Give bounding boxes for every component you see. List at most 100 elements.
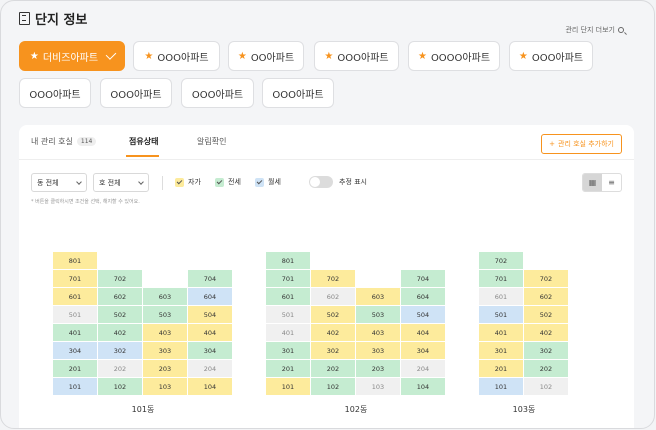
- unit-cell[interactable]: 101: [53, 378, 97, 395]
- complex-chip[interactable]: OOO아파트: [181, 78, 254, 108]
- unit-cell[interactable]: 704: [401, 270, 445, 287]
- unit-cell[interactable]: 701: [479, 270, 523, 287]
- unit-cell[interactable]: 602: [98, 288, 142, 305]
- tab-occupancy[interactable]: 점유상태: [129, 136, 158, 147]
- unit-cell[interactable]: 701: [266, 270, 310, 287]
- complex-chip-label: OOO아파트: [531, 52, 584, 64]
- unit-cell[interactable]: 303: [356, 342, 400, 359]
- unit-cell[interactable]: 401: [53, 324, 97, 341]
- unit-cell[interactable]: 702: [524, 270, 568, 287]
- tab-my-units[interactable]: 내 관리 호실 114: [31, 136, 97, 147]
- complex-chip[interactable]: OOO아파트: [19, 78, 91, 108]
- unit-cell[interactable]: 103: [143, 378, 187, 395]
- unit-cell[interactable]: 403: [143, 324, 187, 341]
- unit-cell[interactable]: 702: [479, 252, 523, 269]
- estimate-label: 추정 표시: [339, 178, 367, 186]
- unit-cell[interactable]: 404: [401, 324, 445, 341]
- unit-cell[interactable]: 602: [311, 288, 355, 305]
- unit-cell[interactable]: 204: [188, 360, 232, 377]
- unit-cell[interactable]: 601: [479, 288, 523, 305]
- unit-cell[interactable]: 302: [98, 342, 142, 359]
- unit-cell[interactable]: 304: [53, 342, 97, 359]
- unit-cell[interactable]: 204: [401, 360, 445, 377]
- unit-cell[interactable]: 501: [53, 306, 97, 323]
- legend-own[interactable]: 자가: [175, 177, 201, 187]
- unit-cell[interactable]: 702: [311, 270, 355, 287]
- unit-cell[interactable]: 203: [356, 360, 400, 377]
- list-view-button[interactable]: ≡: [602, 174, 621, 191]
- complex-chip[interactable]: ★ OOO아파트: [509, 41, 593, 71]
- legend-jeonse[interactable]: 전세: [215, 177, 241, 187]
- unit-cell[interactable]: 404: [188, 324, 232, 341]
- active-tab-indicator: [126, 155, 159, 157]
- unit-cell[interactable]: 501: [479, 306, 523, 323]
- unit-cell[interactable]: 202: [524, 360, 568, 377]
- unit-cell[interactable]: 603: [143, 288, 187, 305]
- unit-select[interactable]: 호 전체: [93, 173, 149, 192]
- unit-cell[interactable]: 402: [98, 324, 142, 341]
- unit-cell[interactable]: 801: [266, 252, 310, 269]
- unit-cell[interactable]: 503: [143, 306, 187, 323]
- unit-cell[interactable]: 303: [143, 342, 187, 359]
- complex-chip-label: OOOO아파트: [430, 52, 491, 64]
- unit-cell[interactable]: 701: [53, 270, 97, 287]
- unit-cell[interactable]: 101: [266, 378, 310, 395]
- unit-cell[interactable]: 201: [266, 360, 310, 377]
- unit-cell[interactable]: 503: [356, 306, 400, 323]
- unit-cell[interactable]: 102: [524, 378, 568, 395]
- complex-chip[interactable]: OOO아파트: [100, 78, 172, 108]
- unit-cell[interactable]: 502: [98, 306, 142, 323]
- unit-cell[interactable]: 601: [53, 288, 97, 305]
- unit-cell[interactable]: 403: [356, 324, 400, 341]
- building-select[interactable]: 동 전체: [31, 173, 87, 192]
- legend-monthly[interactable]: 월세: [255, 177, 281, 187]
- unit-cell[interactable]: 201: [479, 360, 523, 377]
- add-unit-button[interactable]: + 관리 호실 추가하기: [541, 134, 622, 154]
- unit-cell[interactable]: 202: [311, 360, 355, 377]
- unit-cell[interactable]: 104: [401, 378, 445, 395]
- unit-cell[interactable]: 704: [188, 270, 232, 287]
- estimate-toggle[interactable]: [309, 176, 333, 188]
- unit-cell[interactable]: 301: [266, 342, 310, 359]
- complex-chip[interactable]: ★ OOO아파트: [133, 41, 220, 71]
- unit-cell[interactable]: 602: [524, 288, 568, 305]
- unit-cell[interactable]: 603: [356, 288, 400, 305]
- unit-cell[interactable]: 102: [311, 378, 355, 395]
- unit-cell[interactable]: 103: [356, 378, 400, 395]
- unit-cell[interactable]: 101: [479, 378, 523, 395]
- grid-view-button[interactable]: ▦: [583, 174, 602, 191]
- unit-cell[interactable]: 401: [266, 324, 310, 341]
- unit-cell[interactable]: 301: [479, 342, 523, 359]
- unit-cell[interactable]: 601: [266, 288, 310, 305]
- unit-cell[interactable]: 801: [53, 252, 97, 269]
- unit-cell[interactable]: 302: [524, 342, 568, 359]
- complex-chip[interactable]: ★ OOO아파트: [314, 41, 399, 71]
- unit-cell[interactable]: 102: [98, 378, 142, 395]
- unit-cell[interactable]: 504: [188, 306, 232, 323]
- complex-chip[interactable]: OOO아파트: [262, 78, 334, 108]
- unit-cell[interactable]: 402: [524, 324, 568, 341]
- complex-chip[interactable]: ★ OO아파트: [228, 41, 304, 71]
- unit-cell[interactable]: 201: [53, 360, 97, 377]
- manage-complex-link[interactable]: 관리 단지 더보기: [565, 25, 624, 35]
- complex-chip-selected[interactable]: ★ 더비즈아파트: [19, 41, 125, 71]
- star-icon: ★: [417, 50, 427, 62]
- tab-notifications[interactable]: 알림확인: [197, 136, 226, 147]
- complex-chip[interactable]: ★ OOOO아파트: [408, 41, 500, 71]
- unit-cell[interactable]: 104: [188, 378, 232, 395]
- unit-cell[interactable]: 604: [188, 288, 232, 305]
- unit-cell[interactable]: 202: [98, 360, 142, 377]
- unit-cell[interactable]: 402: [311, 324, 355, 341]
- plus-icon: +: [549, 140, 556, 148]
- unit-cell[interactable]: 304: [188, 342, 232, 359]
- unit-cell[interactable]: 304: [401, 342, 445, 359]
- unit-cell[interactable]: 702: [98, 270, 142, 287]
- unit-cell[interactable]: 203: [143, 360, 187, 377]
- unit-cell[interactable]: 502: [311, 306, 355, 323]
- unit-cell[interactable]: 502: [524, 306, 568, 323]
- unit-cell[interactable]: 302: [311, 342, 355, 359]
- unit-cell[interactable]: 501: [266, 306, 310, 323]
- unit-cell[interactable]: 401: [479, 324, 523, 341]
- unit-cell[interactable]: 504: [401, 306, 445, 323]
- unit-cell[interactable]: 604: [401, 288, 445, 305]
